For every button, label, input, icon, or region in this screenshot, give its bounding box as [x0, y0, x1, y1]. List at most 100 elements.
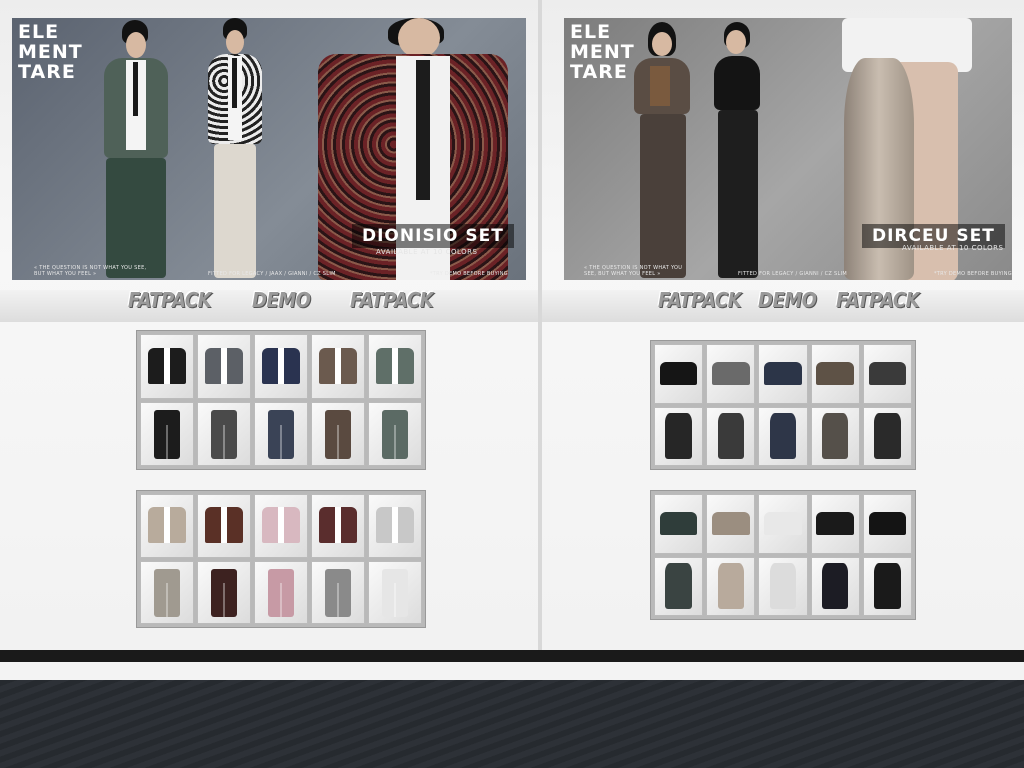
swatch-grid-set-a: [136, 330, 426, 470]
dirceu-banner-image[interactable]: ELE MENT TARE DIRCEU SET AVAILABLE AT 10…: [564, 18, 1012, 280]
swatch-bottom[interactable]: [758, 556, 808, 616]
swatch-bottom[interactable]: [368, 560, 422, 624]
garment-top-thumbnail: [659, 512, 698, 536]
swatch-top[interactable]: [810, 494, 860, 554]
swatch-bottom[interactable]: [254, 401, 308, 466]
garment-bottom-thumbnail: [821, 413, 849, 460]
swatch-top[interactable]: [140, 334, 194, 399]
swatch-bottom[interactable]: [254, 560, 308, 624]
swatch-top[interactable]: [862, 494, 912, 554]
swatch-top[interactable]: [254, 334, 308, 399]
footer-fit: FITTED FOR LEGACY / JAAX / GIANNI / CZ S…: [208, 271, 336, 277]
swatch-top[interactable]: [810, 344, 860, 404]
dirceu-post: ELE MENT TARE DIRCEU SET AVAILABLE AT 10…: [542, 0, 1024, 650]
garment-bottom-thumbnail: [821, 563, 849, 610]
garment-top-thumbnail: [148, 347, 186, 385]
swatch-bottom[interactable]: [706, 406, 756, 466]
garment-bottom-thumbnail: [717, 413, 744, 460]
swatch-grid-set-b: [650, 490, 916, 620]
footer-demo-note: *TRY DEMO BEFORE BUYING: [430, 271, 508, 277]
footer-fit: FITTED FOR LEGACY / GIANNI / CZ SLIM: [738, 271, 847, 277]
fatpack-link[interactable]: FATPACK: [836, 288, 920, 312]
garment-top-thumbnail: [816, 512, 855, 536]
swatch-bottom[interactable]: [654, 406, 704, 466]
swatch-bottom[interactable]: [197, 560, 251, 624]
footer-demo-note: *TRY DEMO BEFORE BUYING: [934, 271, 1012, 277]
page-edge: [0, 650, 1024, 662]
swatch-bottom[interactable]: [862, 406, 912, 466]
swatch-bottom[interactable]: [654, 556, 704, 616]
swatch-top[interactable]: [654, 344, 704, 404]
garment-bottom-thumbnail: [211, 410, 237, 459]
swatch-top[interactable]: [254, 494, 308, 558]
garment-bottom-thumbnail: [154, 410, 180, 459]
garment-top-thumbnail: [711, 362, 750, 386]
garment-top-thumbnail: [205, 507, 243, 543]
garment-top-thumbnail: [711, 512, 750, 536]
swatch-top[interactable]: [368, 494, 422, 558]
garment-bottom-thumbnail: [268, 568, 294, 617]
set-subtitle: AVAILABLE AT 10 COLORS: [902, 244, 1004, 252]
swatch-bottom[interactable]: [311, 401, 365, 466]
page: ELE MENT TARE DIONISIO SET AVAILABLE AT …: [0, 0, 1024, 768]
set-subtitle: AVAILABLE AT 10 COLORS: [376, 248, 478, 256]
garment-top-thumbnail: [376, 507, 414, 543]
dionisio-banner-image[interactable]: ELE MENT TARE DIONISIO SET AVAILABLE AT …: [12, 18, 526, 280]
swatch-top[interactable]: [197, 494, 251, 558]
swatch-top[interactable]: [706, 344, 756, 404]
swatch-top[interactable]: [654, 494, 704, 554]
garment-top-thumbnail: [868, 512, 907, 536]
garment-bottom-thumbnail: [665, 563, 692, 610]
garment-bottom-thumbnail: [382, 568, 408, 617]
demo-link[interactable]: DEMO: [758, 288, 817, 312]
swatch-top[interactable]: [140, 494, 194, 558]
swatch-top[interactable]: [706, 494, 756, 554]
garment-top-thumbnail: [816, 362, 855, 386]
garment-top-thumbnail: [376, 347, 414, 385]
garment-bottom-thumbnail: [154, 568, 180, 617]
garment-top-thumbnail: [764, 362, 802, 386]
fatpack-link[interactable]: FATPACK: [350, 288, 434, 312]
garment-bottom-thumbnail: [382, 410, 408, 459]
garment-top-thumbnail: [764, 512, 802, 536]
swatch-bottom[interactable]: [706, 556, 756, 616]
footer-quote: « THE QUESTION IS NOT WHAT YOU SEE, BUT …: [34, 265, 147, 277]
swatch-bottom[interactable]: [810, 556, 860, 616]
garment-bottom-thumbnail: [874, 413, 901, 460]
garment-top-thumbnail: [205, 347, 243, 385]
background-strip: [0, 680, 1024, 768]
swatch-bottom[interactable]: [140, 560, 194, 624]
swatch-bottom[interactable]: [758, 406, 808, 466]
garment-top-thumbnail: [262, 347, 300, 385]
swatch-grid-set-b: [136, 490, 426, 628]
fatpack-link[interactable]: FATPACK: [658, 288, 742, 312]
fatpack-link[interactable]: FATPACK: [128, 288, 212, 312]
download-links: FATPACK DEMO FATPACK: [542, 288, 1024, 322]
swatch-top[interactable]: [862, 344, 912, 404]
garment-bottom-thumbnail: [211, 568, 237, 617]
garment-bottom-thumbnail: [268, 410, 294, 459]
swatch-top[interactable]: [758, 494, 808, 554]
garment-bottom-thumbnail: [717, 563, 744, 610]
swatch-bottom[interactable]: [311, 560, 365, 624]
garment-top-thumbnail: [319, 347, 357, 385]
demo-link[interactable]: DEMO: [252, 288, 311, 312]
garment-top-thumbnail: [262, 507, 300, 543]
swatch-top[interactable]: [197, 334, 251, 399]
swatch-top[interactable]: [368, 334, 422, 399]
garment-bottom-thumbnail: [325, 568, 351, 617]
swatch-bottom[interactable]: [197, 401, 251, 466]
dionisio-post: ELE MENT TARE DIONISIO SET AVAILABLE AT …: [0, 0, 538, 650]
garment-top-thumbnail: [868, 362, 907, 386]
swatch-bottom[interactable]: [368, 401, 422, 466]
garment-top-thumbnail: [659, 362, 698, 386]
swatch-bottom[interactable]: [810, 406, 860, 466]
swatch-bottom[interactable]: [140, 401, 194, 466]
swatch-bottom[interactable]: [862, 556, 912, 616]
footer-quote: « THE QUESTION IS NOT WHAT YOU SEE, BUT …: [584, 265, 683, 277]
swatch-top[interactable]: [758, 344, 808, 404]
page-gap: [0, 662, 1024, 680]
garment-bottom-thumbnail: [874, 563, 901, 610]
swatch-top[interactable]: [311, 334, 365, 399]
swatch-top[interactable]: [311, 494, 365, 558]
